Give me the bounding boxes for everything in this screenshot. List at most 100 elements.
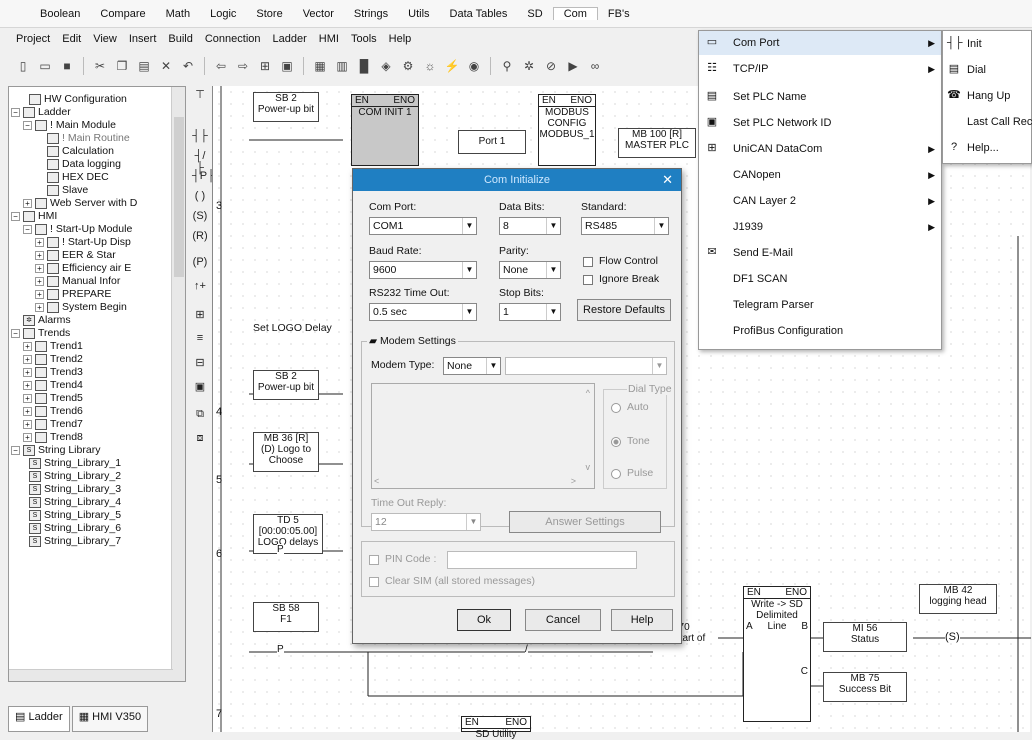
copy-icon[interactable]: ❐	[113, 58, 131, 74]
topbar-data-tables[interactable]: Data Tables	[440, 8, 518, 20]
tree-trend4[interactable]: + Trend4	[23, 379, 83, 392]
menu-item-df1[interactable]: DF1 SCAN	[699, 267, 941, 291]
tree-string-lib-3[interactable]: S String_Library_3	[29, 483, 121, 496]
topbar-store[interactable]: Store	[246, 8, 292, 20]
expand-icon[interactable]: +	[35, 289, 44, 299]
counter-icon[interactable]: ▣	[192, 380, 208, 393]
tools-icon[interactable]: ⚙	[399, 58, 417, 74]
tree-hw-config[interactable]: HW Configuration	[29, 93, 127, 106]
paste-rung-icon[interactable]: ⧈	[192, 432, 208, 445]
set-coil-icon[interactable]: (S)	[192, 210, 208, 222]
menu-item-canopen[interactable]: CANopen ▶	[699, 163, 941, 187]
menu-item-com-port[interactable]: ▭ Com Port ▶	[699, 31, 941, 55]
save-icon[interactable]: ■	[58, 58, 76, 74]
pulse-contact[interactable]: P	[277, 644, 284, 655]
connect-icon[interactable]: ⚡	[443, 58, 461, 74]
run-icon[interactable]: ▶	[564, 58, 582, 74]
new-file-icon[interactable]: ▯	[14, 58, 32, 74]
modbus-config-block[interactable]: EN ENO MODBUS CONFIG MODBUS_1	[538, 94, 596, 166]
tone-radio[interactable]	[611, 437, 621, 447]
close-icon[interactable]: ✕	[662, 169, 673, 191]
tree-prepare[interactable]: + PREPARE	[35, 288, 111, 301]
menu-item-can-layer2[interactable]: CAN Layer 2 ▶	[699, 189, 941, 213]
settings-icon[interactable]: ✲	[520, 58, 538, 74]
expand-icon[interactable]: +	[23, 198, 32, 208]
restore-defaults-button[interactable]: Restore Defaults	[577, 299, 671, 321]
tree-trend6[interactable]: + Trend6	[23, 405, 83, 418]
tree-string-lib-6[interactable]: S String_Library_6	[29, 522, 121, 535]
collapse-icon[interactable]: −	[23, 224, 32, 234]
data-bits-select[interactable]: 8 ▼	[499, 217, 561, 235]
tree-trend2[interactable]: + Trend2	[23, 353, 83, 366]
modem-type-select[interactable]: None ▼	[443, 357, 501, 375]
expand-icon[interactable]: +	[23, 354, 32, 364]
pulse-contact-icon[interactable]: ┤P├	[192, 170, 215, 182]
mi56-operand[interactable]: MI 56 Status	[823, 622, 907, 652]
tree-string-lib-5[interactable]: S String_Library_5	[29, 509, 121, 522]
baud-rate-select[interactable]: 9600 ▼	[369, 261, 477, 279]
scroll-left-icon[interactable]: <	[374, 476, 379, 486]
menu-item-init[interactable]: ┤├ Init	[943, 31, 1031, 57]
function-block-icon[interactable]: ⊞	[192, 308, 208, 321]
topbar-math[interactable]: Math	[156, 8, 200, 20]
menu-item-hang-up[interactable]: ☎ Hang Up	[943, 83, 1031, 109]
scroll-up-icon[interactable]: ^	[586, 388, 590, 398]
tree-startup-module[interactable]: −! Start-Up Module	[23, 223, 132, 236]
collapse-icon[interactable]: −	[11, 211, 20, 221]
menu-item-help[interactable]: ? Help...	[943, 135, 1031, 161]
expand-icon[interactable]: +	[23, 341, 32, 351]
menu-connection[interactable]: Connection	[205, 33, 261, 45]
monitor-icon[interactable]: ▣	[278, 58, 296, 74]
undo-icon[interactable]: ↶	[179, 58, 197, 74]
tree-string-lib-4[interactable]: S String_Library_4	[29, 496, 121, 509]
sd-utility-block[interactable]: EN ENO SD Utility	[461, 716, 531, 740]
paste-icon[interactable]: ▤	[135, 58, 153, 74]
forward-arrow-icon[interactable]: ⇨	[234, 58, 252, 74]
menu-item-set-plc-network[interactable]: ▣ Set PLC Network ID	[699, 111, 941, 135]
flow-control-checkbox[interactable]	[583, 257, 593, 267]
pin-code-checkbox[interactable]	[369, 555, 379, 565]
timeout-reply-select[interactable]: 12 ▼	[371, 513, 481, 531]
network-icon[interactable]: ⊞	[256, 58, 274, 74]
dialog-title-bar[interactable]: Com Initialize ✕	[353, 169, 681, 191]
collapse-icon[interactable]: −	[23, 120, 32, 130]
tree-trend7[interactable]: + Trend7	[23, 418, 83, 431]
set-coil[interactable]: (S)	[945, 631, 960, 643]
find-icon[interactable]: ⚲	[498, 58, 516, 74]
tree-string-lib-1[interactable]: S String_Library_1	[29, 457, 121, 470]
topbar-sd[interactable]: SD	[517, 8, 552, 20]
menu-item-tcpip[interactable]: ☷ TCP/IP ▶	[699, 57, 941, 81]
topbar-vector[interactable]: Vector	[293, 8, 344, 20]
contact-sb2-powerup[interactable]: SB 2 Power-up bit	[253, 92, 319, 122]
wire-tool-icon[interactable]: ⊤	[192, 88, 208, 101]
ok-button[interactable]: Ok	[457, 609, 511, 631]
menu-item-unican[interactable]: ⊞ UniCAN DataCom ▶	[699, 137, 941, 161]
expand-icon[interactable]: +	[35, 276, 44, 286]
tree-trends[interactable]: − Trends	[11, 327, 70, 340]
rung-comment[interactable]: Set LOGO Delay	[253, 322, 332, 334]
tree-eer-star[interactable]: + EER & Star	[35, 249, 116, 262]
delete-icon[interactable]: ✕	[157, 58, 175, 74]
compile-icon[interactable]: ◈	[377, 58, 395, 74]
tree-trend3[interactable]: + Trend3	[23, 366, 83, 379]
tree-manual-info[interactable]: + Manual Infor	[35, 275, 120, 288]
expand-icon[interactable]: +	[35, 302, 44, 312]
menu-item-profibus[interactable]: ProfiBus Configuration	[699, 319, 941, 343]
scroll-thumb[interactable]	[174, 117, 184, 277]
reset-coil-icon[interactable]: (R)	[192, 230, 208, 242]
menu-item-telegram[interactable]: Telegram Parser	[699, 293, 941, 317]
contact-mb36[interactable]: MB 36 [R] (D) Logo to Choose	[253, 432, 319, 472]
download-icon[interactable]: ☼	[421, 58, 439, 74]
com-port-select[interactable]: COM1 ▼	[369, 217, 477, 235]
open-folder-icon[interactable]: ▭	[36, 58, 54, 74]
collapse-icon[interactable]: −	[11, 328, 20, 338]
answer-settings-button[interactable]: Answer Settings	[509, 511, 661, 533]
tree-string-lib-7[interactable]: S String_Library_7	[29, 535, 121, 548]
tree-trend5[interactable]: + Trend5	[23, 392, 83, 405]
menu-tools[interactable]: Tools	[351, 33, 377, 45]
contact-sb58[interactable]: SB 58 F1	[253, 602, 319, 632]
expand-icon[interactable]: +	[23, 419, 32, 429]
collapse-icon[interactable]: −	[11, 107, 20, 117]
tab-hmi[interactable]: ▦ HMI V350	[71, 706, 149, 732]
menu-view[interactable]: View	[93, 33, 117, 45]
